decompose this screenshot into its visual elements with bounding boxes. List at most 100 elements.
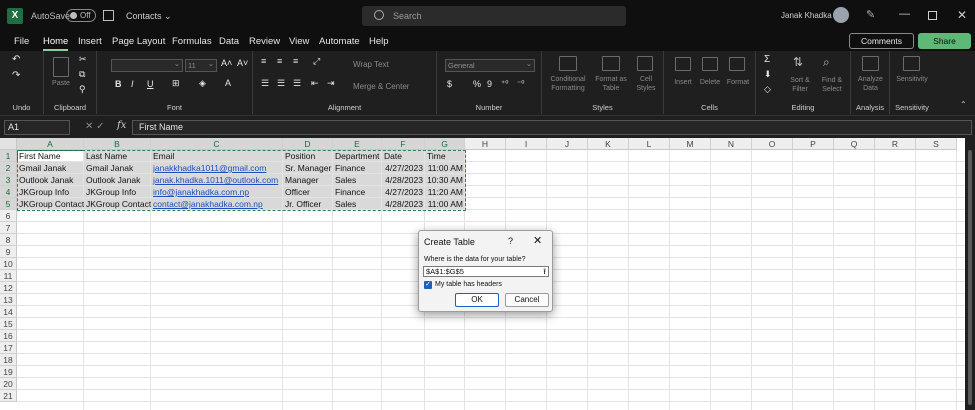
wrap-text-button[interactable]: Wrap Text	[353, 60, 389, 69]
column-header-k[interactable]: K	[588, 138, 629, 150]
row-header-6[interactable]: 6	[0, 210, 17, 222]
row-header-7[interactable]: 7	[0, 222, 17, 234]
row-header-19[interactable]: 19	[0, 366, 17, 378]
tab-data[interactable]: Data	[219, 36, 239, 47]
shrink-font-icon[interactable]: A˅	[237, 58, 248, 68]
find-select-icon[interactable]: ⌕	[823, 55, 830, 70]
sort-filter-label[interactable]: Sort & Filter	[784, 76, 816, 94]
undo-icon[interactable]: ↶	[12, 54, 20, 65]
align-top-icon[interactable]: ≡	[261, 56, 266, 66]
ok-button[interactable]: OK	[455, 293, 499, 307]
fill-color-icon[interactable]: ◈	[199, 78, 206, 89]
grow-font-icon[interactable]: A˄	[221, 58, 232, 68]
column-header-d[interactable]: D	[283, 138, 333, 150]
close-icon[interactable]: ✕	[957, 8, 967, 22]
tab-formulas[interactable]: Formulas	[172, 36, 212, 47]
column-header-b[interactable]: B	[84, 138, 151, 150]
row-header-9[interactable]: 9	[0, 246, 17, 258]
align-bottom-icon[interactable]: ≡	[293, 56, 298, 66]
align-left-icon[interactable]: ☰	[261, 78, 269, 89]
file-name-menu[interactable]: Contacts ⌄	[126, 11, 172, 22]
column-header-r[interactable]: R	[875, 138, 916, 150]
column-header-o[interactable]: O	[752, 138, 793, 150]
italic-icon[interactable]: I	[131, 79, 134, 89]
cell-styles-icon[interactable]	[637, 56, 653, 71]
column-header-n[interactable]: N	[711, 138, 752, 150]
font-family-select[interactable]	[111, 58, 183, 72]
sensitivity-icon[interactable]	[903, 56, 920, 71]
sort-filter-icon[interactable]: ⇅	[793, 55, 803, 69]
row-header-14[interactable]: 14	[0, 306, 17, 318]
increase-decimal-icon[interactable]: ⁺⁰	[501, 79, 508, 88]
sensitivity-label[interactable]: Sensitivity	[892, 75, 932, 84]
row-header-10[interactable]: 10	[0, 258, 17, 270]
column-header-s[interactable]: S	[916, 138, 957, 150]
fx-icon[interactable]: fx	[117, 120, 126, 131]
row-header-11[interactable]: 11	[0, 270, 17, 282]
tab-view[interactable]: View	[289, 36, 309, 47]
cut-icon[interactable]: ✂	[79, 54, 87, 65]
format-as-table-label[interactable]: Format as Table	[592, 75, 630, 93]
row-header-13[interactable]: 13	[0, 294, 17, 306]
table-range-input[interactable]: $A$1:$G$5 ⭱	[423, 266, 549, 277]
insert-cells-icon[interactable]	[675, 57, 691, 71]
comments-button[interactable]: Comments	[849, 33, 914, 49]
tab-help[interactable]: Help	[369, 36, 389, 47]
format-cells-icon[interactable]	[729, 57, 745, 71]
font-size-select[interactable]: 11	[185, 58, 217, 72]
tab-file[interactable]: File	[14, 36, 29, 47]
format-as-table-icon[interactable]	[602, 56, 620, 71]
search-box[interactable]: Search	[362, 6, 626, 26]
tab-page-layout[interactable]: Page Layout	[112, 36, 165, 47]
column-header-g[interactable]: G	[425, 138, 465, 150]
autosave-toggle[interactable]: Off	[66, 9, 96, 22]
column-header-m[interactable]: M	[670, 138, 711, 150]
minimize-icon[interactable]: —	[899, 8, 910, 20]
column-header-j[interactable]: J	[547, 138, 588, 150]
row-header-21[interactable]: 21	[0, 390, 17, 402]
underline-icon[interactable]: U	[147, 79, 154, 89]
vertical-scrollbar[interactable]	[965, 138, 975, 410]
user-name[interactable]: Janak Khadka	[781, 11, 832, 20]
collapse-ribbon-icon[interactable]: ⌃	[960, 100, 967, 109]
conditional-formatting-label[interactable]: Conditional Formatting	[544, 75, 592, 93]
tab-home[interactable]: Home	[43, 36, 69, 51]
autosum-icon[interactable]: Σ	[764, 54, 770, 65]
select-all-corner[interactable]	[0, 138, 17, 150]
bold-icon[interactable]: B	[115, 79, 122, 89]
formula-input[interactable]: First Name	[132, 120, 972, 135]
format-painter-icon[interactable]: ⚲	[79, 84, 86, 95]
decrease-decimal-icon[interactable]: ⁻⁰	[517, 79, 524, 88]
dialog-close-icon[interactable]: ✕	[533, 234, 542, 247]
scrollbar-thumb[interactable]	[968, 150, 972, 405]
row-header-8[interactable]: 8	[0, 234, 17, 246]
row-header-2[interactable]: 2	[0, 162, 17, 174]
analyze-data-icon[interactable]	[862, 56, 879, 71]
row-header-20[interactable]: 20	[0, 378, 17, 390]
percent-icon[interactable]: %	[473, 79, 481, 89]
headers-checkbox[interactable]: ✓	[424, 281, 432, 289]
column-header-e[interactable]: E	[333, 138, 382, 150]
column-header-l[interactable]: L	[629, 138, 670, 150]
column-header-h[interactable]: H	[465, 138, 506, 150]
currency-icon[interactable]: $	[447, 79, 452, 89]
row-header-15[interactable]: 15	[0, 318, 17, 330]
save-icon[interactable]	[103, 10, 114, 21]
delete-cells-icon[interactable]	[702, 57, 718, 71]
cell-styles-label[interactable]: Cell Styles	[630, 75, 662, 93]
fill-icon[interactable]: ⬇	[764, 69, 772, 80]
align-center-icon[interactable]: ☰	[277, 78, 285, 89]
cancel-button[interactable]: Cancel	[505, 293, 549, 307]
column-header-f[interactable]: F	[382, 138, 425, 150]
help-icon[interactable]: ?	[508, 236, 513, 246]
decrease-indent-icon[interactable]: ⇤	[311, 78, 319, 89]
column-header-c[interactable]: C	[151, 138, 283, 150]
column-header-p[interactable]: P	[793, 138, 834, 150]
name-box[interactable]: A1	[4, 120, 70, 135]
increase-indent-icon[interactable]: ⇥	[327, 78, 335, 89]
borders-icon[interactable]: ⊞	[172, 78, 180, 89]
range-select-icon[interactable]: ⭱	[543, 267, 546, 276]
pen-icon[interactable]: ✎	[866, 8, 875, 21]
insert-cells-label[interactable]: Insert	[669, 78, 697, 87]
avatar[interactable]	[833, 7, 849, 23]
